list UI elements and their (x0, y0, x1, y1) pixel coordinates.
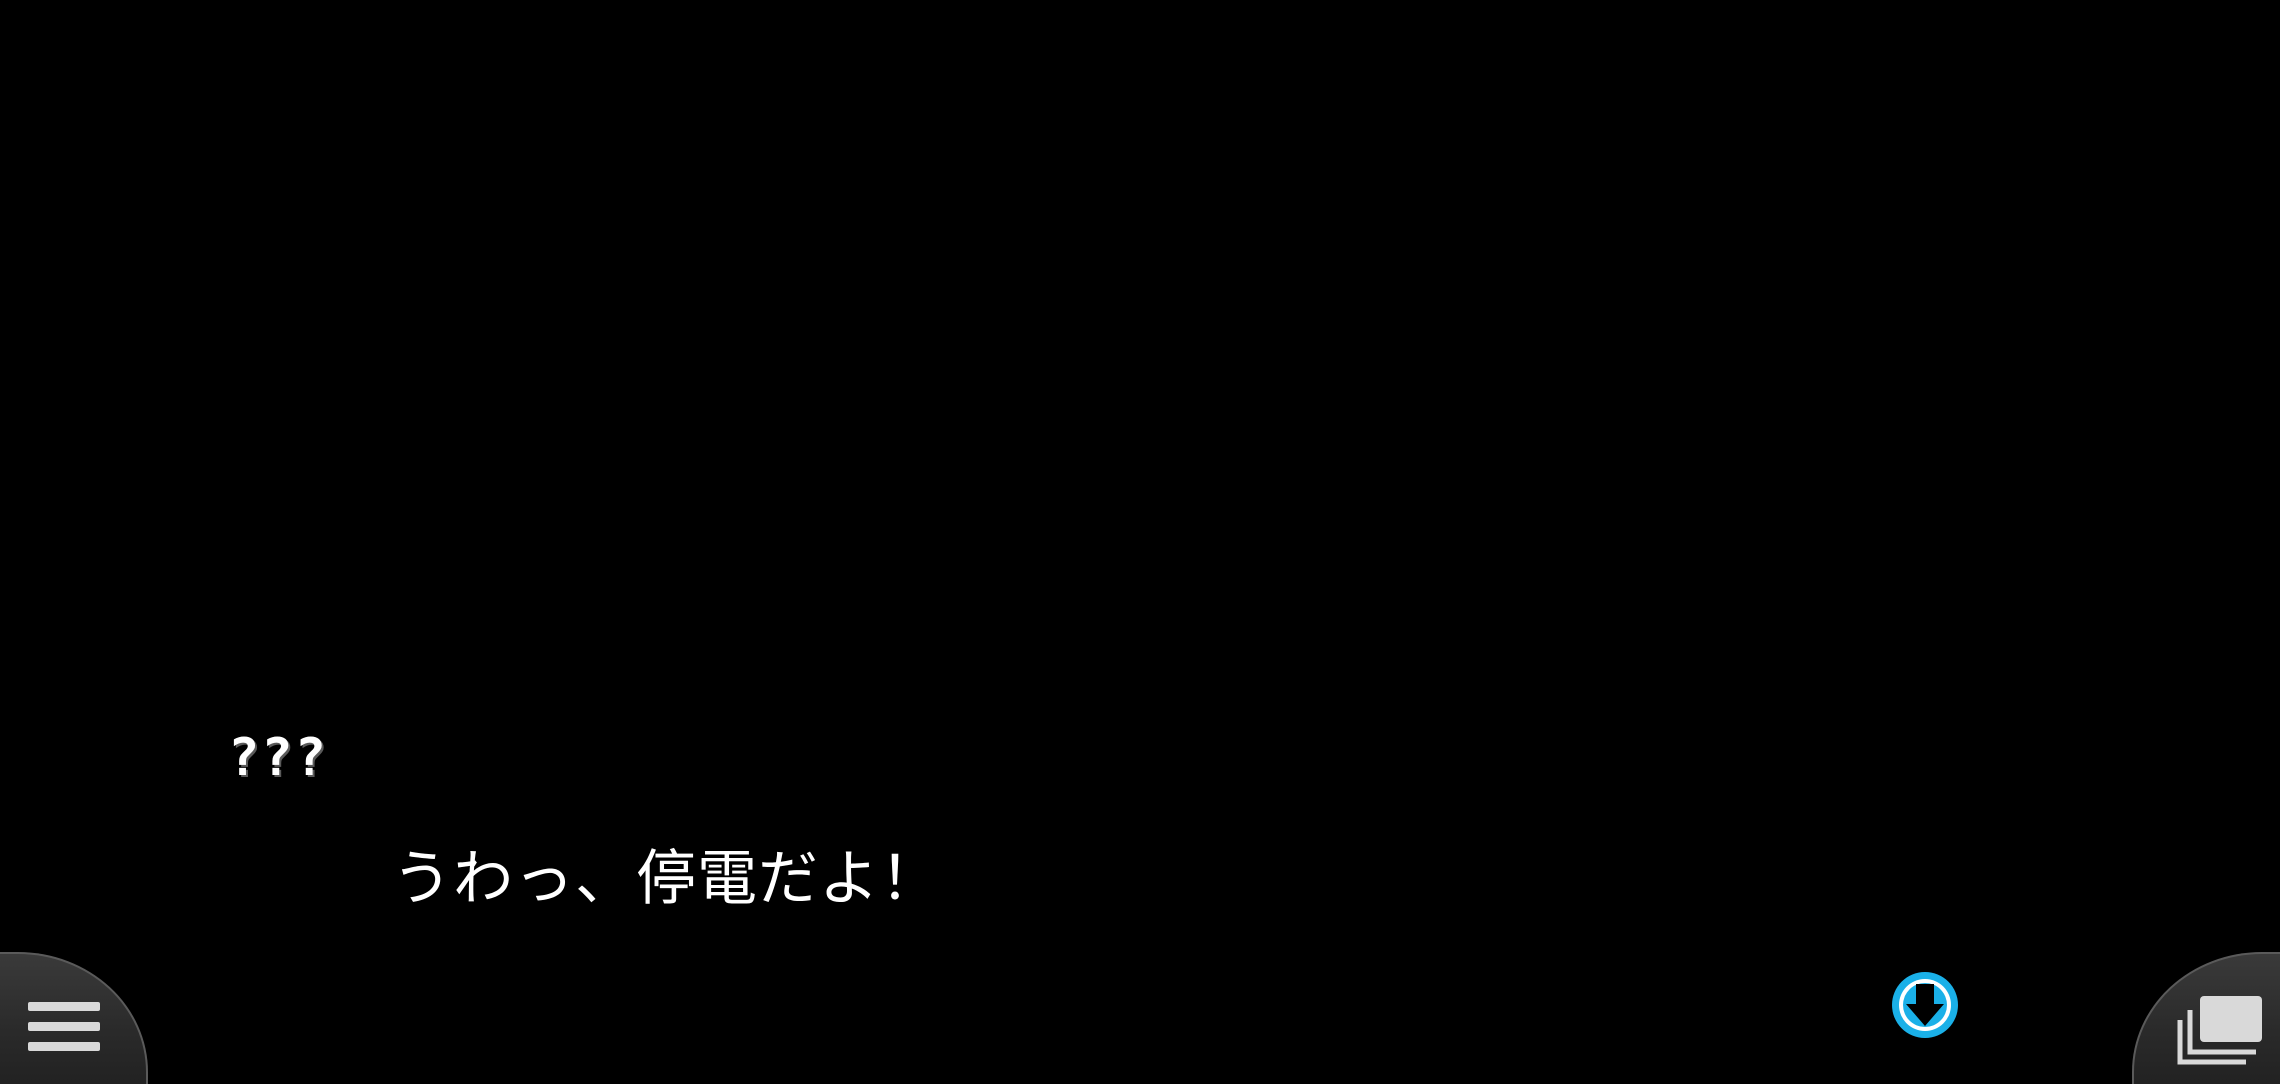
speaker-name: ??? (228, 728, 328, 788)
game-scene[interactable]: ??? うわっ、停電だよ！ (0, 0, 2280, 1084)
hamburger-menu-icon (28, 1002, 100, 1051)
log-button[interactable] (2132, 952, 2280, 1084)
arrow-down-icon[interactable] (1890, 970, 1960, 1040)
menu-button[interactable] (0, 952, 148, 1084)
dialogue-text: うわっ、停電だよ！ (392, 844, 941, 914)
stacked-windows-icon (2177, 996, 2262, 1065)
